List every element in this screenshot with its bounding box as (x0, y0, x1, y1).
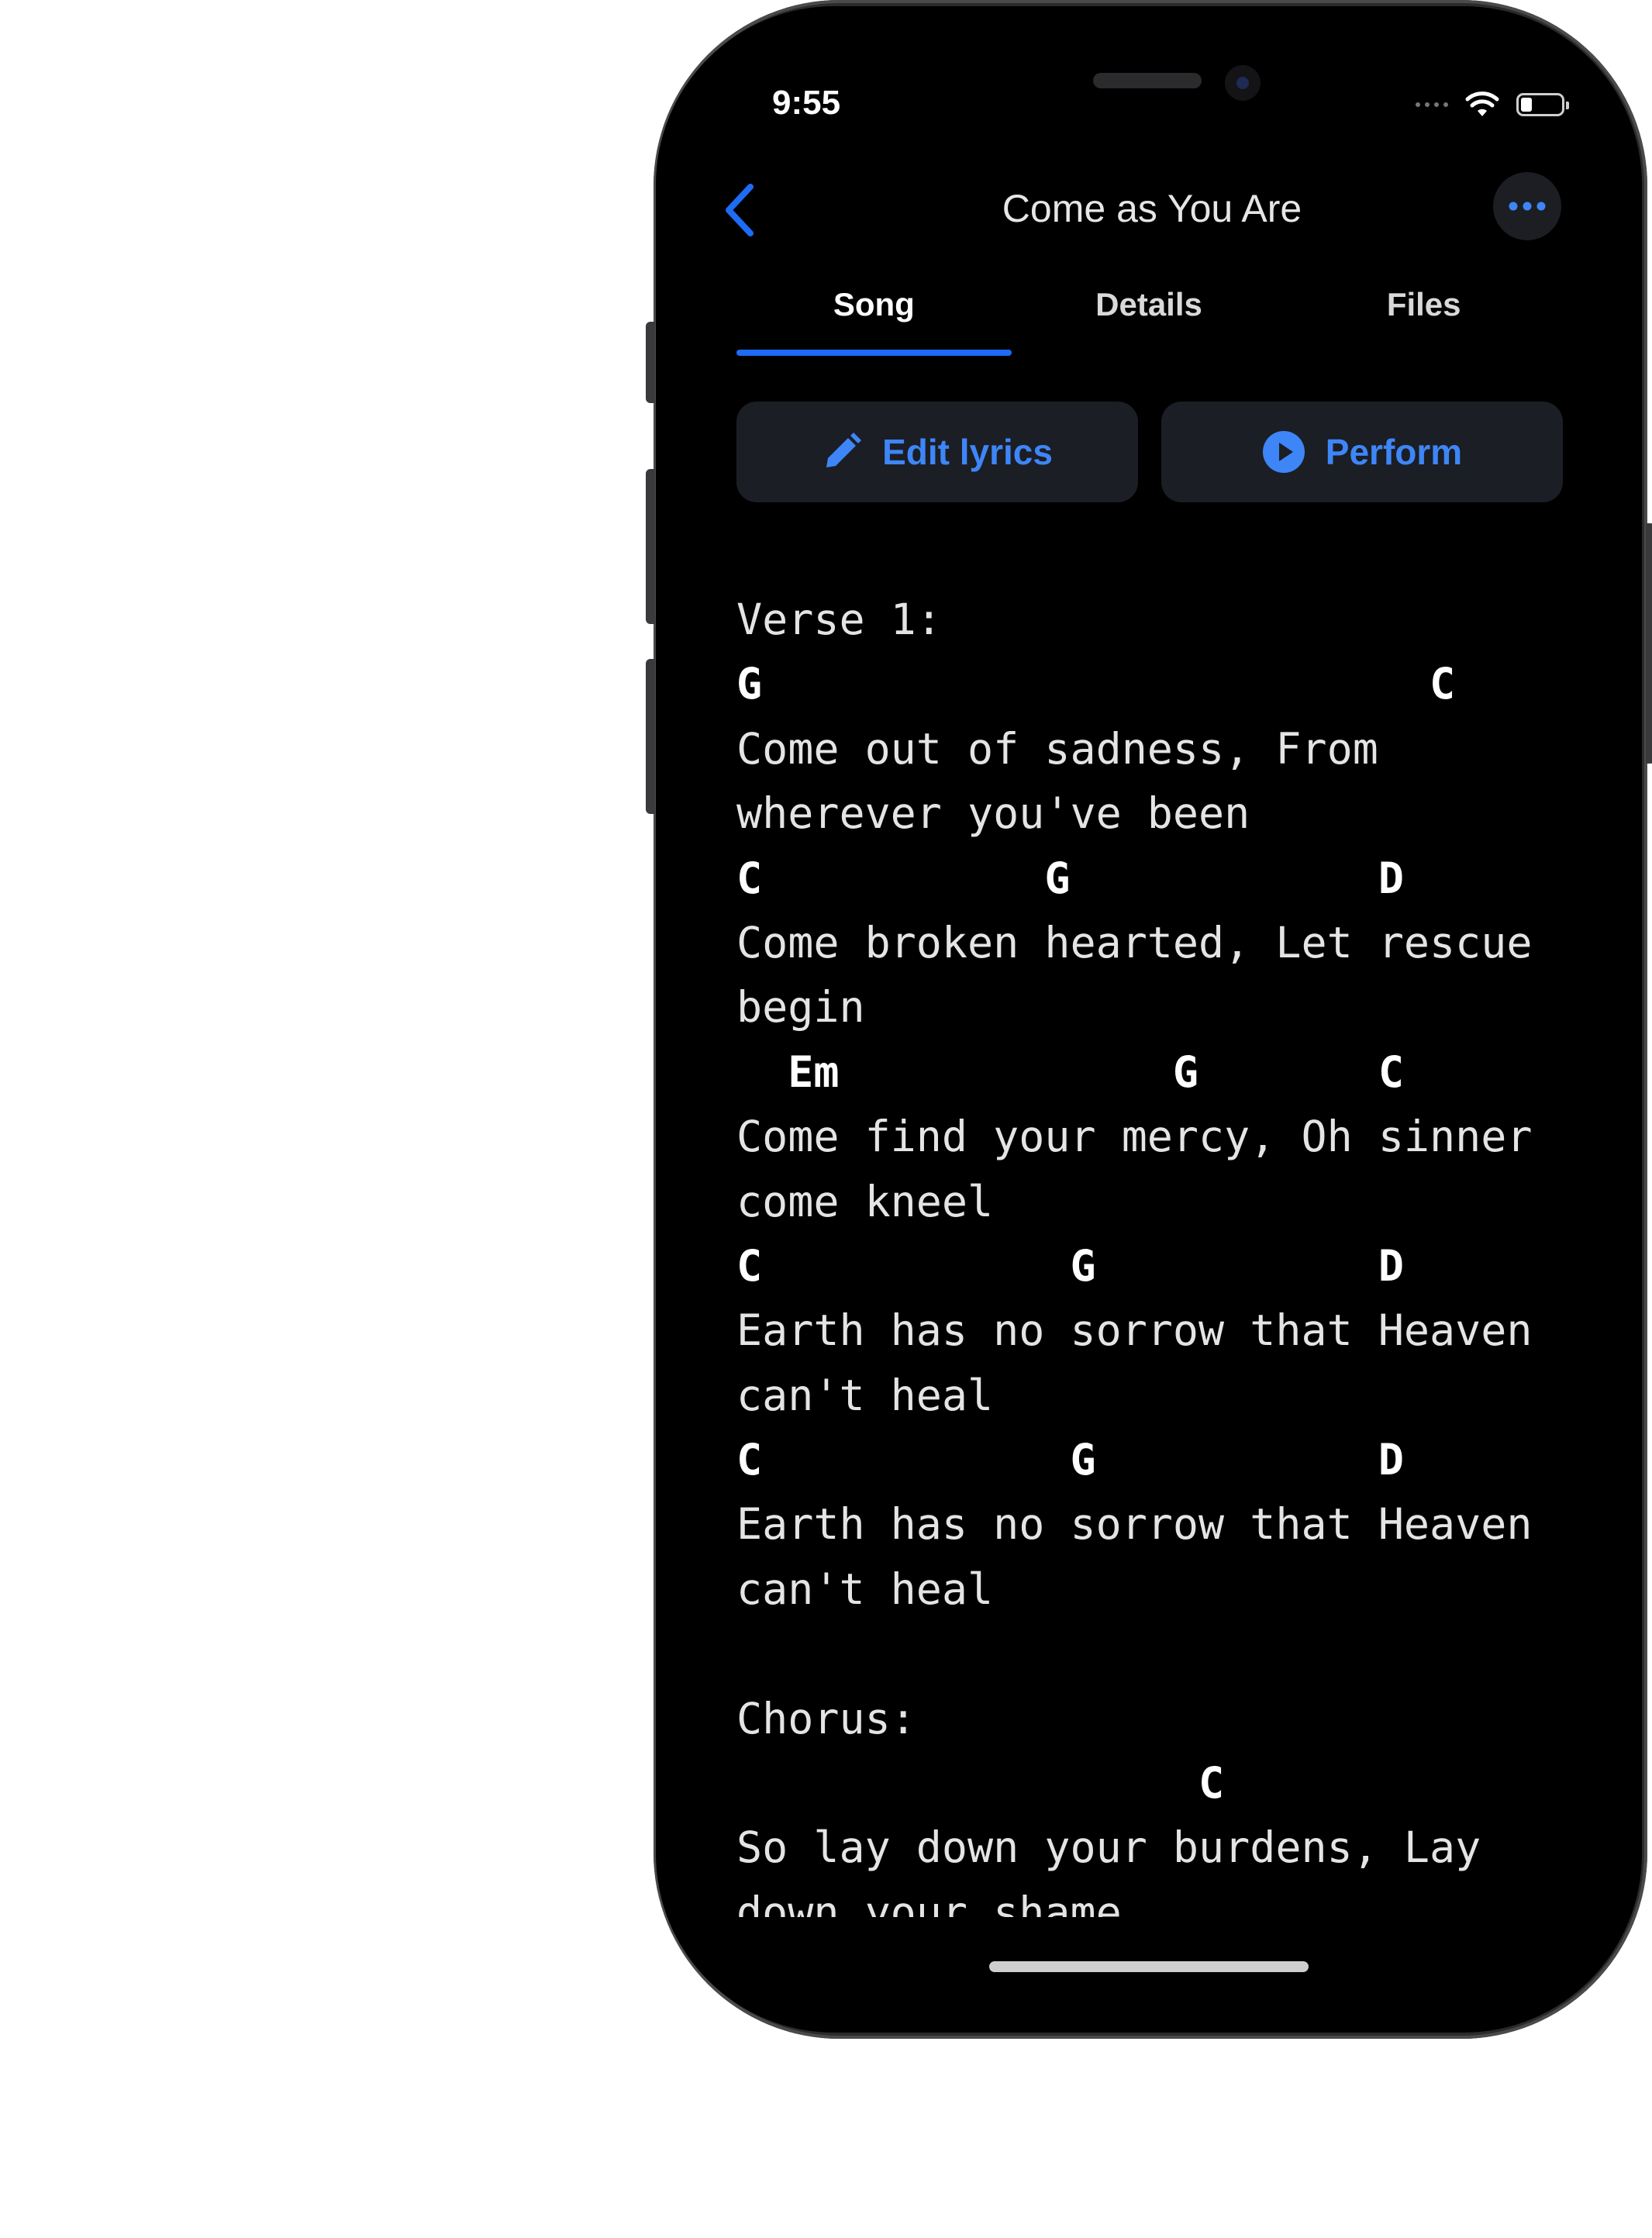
lyric-line: down your shame (736, 1887, 1122, 1917)
more-options-button[interactable] (1493, 172, 1561, 240)
perform-button[interactable]: Perform (1161, 402, 1563, 502)
pencil-icon (826, 433, 862, 467)
volume-down-button (646, 659, 655, 814)
chord-line: C (736, 1758, 1225, 1809)
lyric-line: can't heal (736, 1370, 994, 1420)
tab-files[interactable]: Files (1286, 281, 1561, 328)
lyric-line: Earth has no sorrow that Heaven (736, 1305, 1533, 1356)
active-tab-indicator (736, 350, 1012, 356)
phone-screen: 9:55 Come as You Are Song Details Files (656, 6, 1642, 2033)
chevron-left-icon (726, 184, 754, 236)
section-heading: Chorus: (736, 1693, 916, 1743)
perform-label: Perform (1325, 432, 1463, 472)
chord-sheet[interactable]: Verse 1: G C Come out of sadness, From wher… (736, 588, 1561, 1917)
ellipsis-icon (1509, 202, 1546, 211)
lyric-line: wherever you've been (736, 788, 1250, 839)
lyric-line: come kneel (736, 1176, 994, 1226)
tab-song[interactable]: Song (736, 281, 1012, 328)
chord-line: Em G C (736, 1047, 1404, 1097)
lyric-line: Come out of sadness, From (736, 723, 1378, 774)
edit-lyrics-label: Edit lyrics (882, 432, 1053, 472)
page-title: Come as You Are (1002, 187, 1302, 230)
volume-up-button (646, 469, 655, 624)
cellular-signal-icon (1416, 102, 1448, 107)
mute-switch (646, 322, 655, 403)
back-button[interactable] (716, 175, 763, 245)
lyric-line: Come broken hearted, Let rescue (736, 917, 1533, 967)
lyric-line: Come find your mercy, Oh sinner (736, 1112, 1533, 1162)
chord-line: C G D (736, 1435, 1404, 1485)
status-indicators (1416, 91, 1569, 118)
wifi-icon (1465, 91, 1499, 116)
power-button (1646, 523, 1652, 764)
tab-details[interactable]: Details (1012, 281, 1287, 328)
tab-bar: Song Details Files (736, 281, 1561, 328)
chord-line: G C (736, 659, 1456, 709)
front-camera (1225, 65, 1261, 101)
lyric-line: So lay down your burdens, Lay (736, 1822, 1481, 1873)
battery-icon (1516, 93, 1569, 116)
chord-line: C G D (736, 853, 1404, 903)
chord-line: C G D (736, 1240, 1404, 1291)
lyric-line: begin (736, 982, 865, 1033)
play-circle-icon (1262, 431, 1305, 473)
section-heading: Verse 1: (736, 595, 942, 644)
lyric-line: Earth has no sorrow that Heaven (736, 1499, 1533, 1550)
edit-lyrics-button[interactable]: Edit lyrics (736, 402, 1138, 502)
speaker-grille (1093, 73, 1202, 88)
home-indicator[interactable] (989, 1961, 1309, 1972)
lyric-line: can't heal (736, 1564, 994, 1614)
status-time: 9:55 (772, 84, 841, 122)
